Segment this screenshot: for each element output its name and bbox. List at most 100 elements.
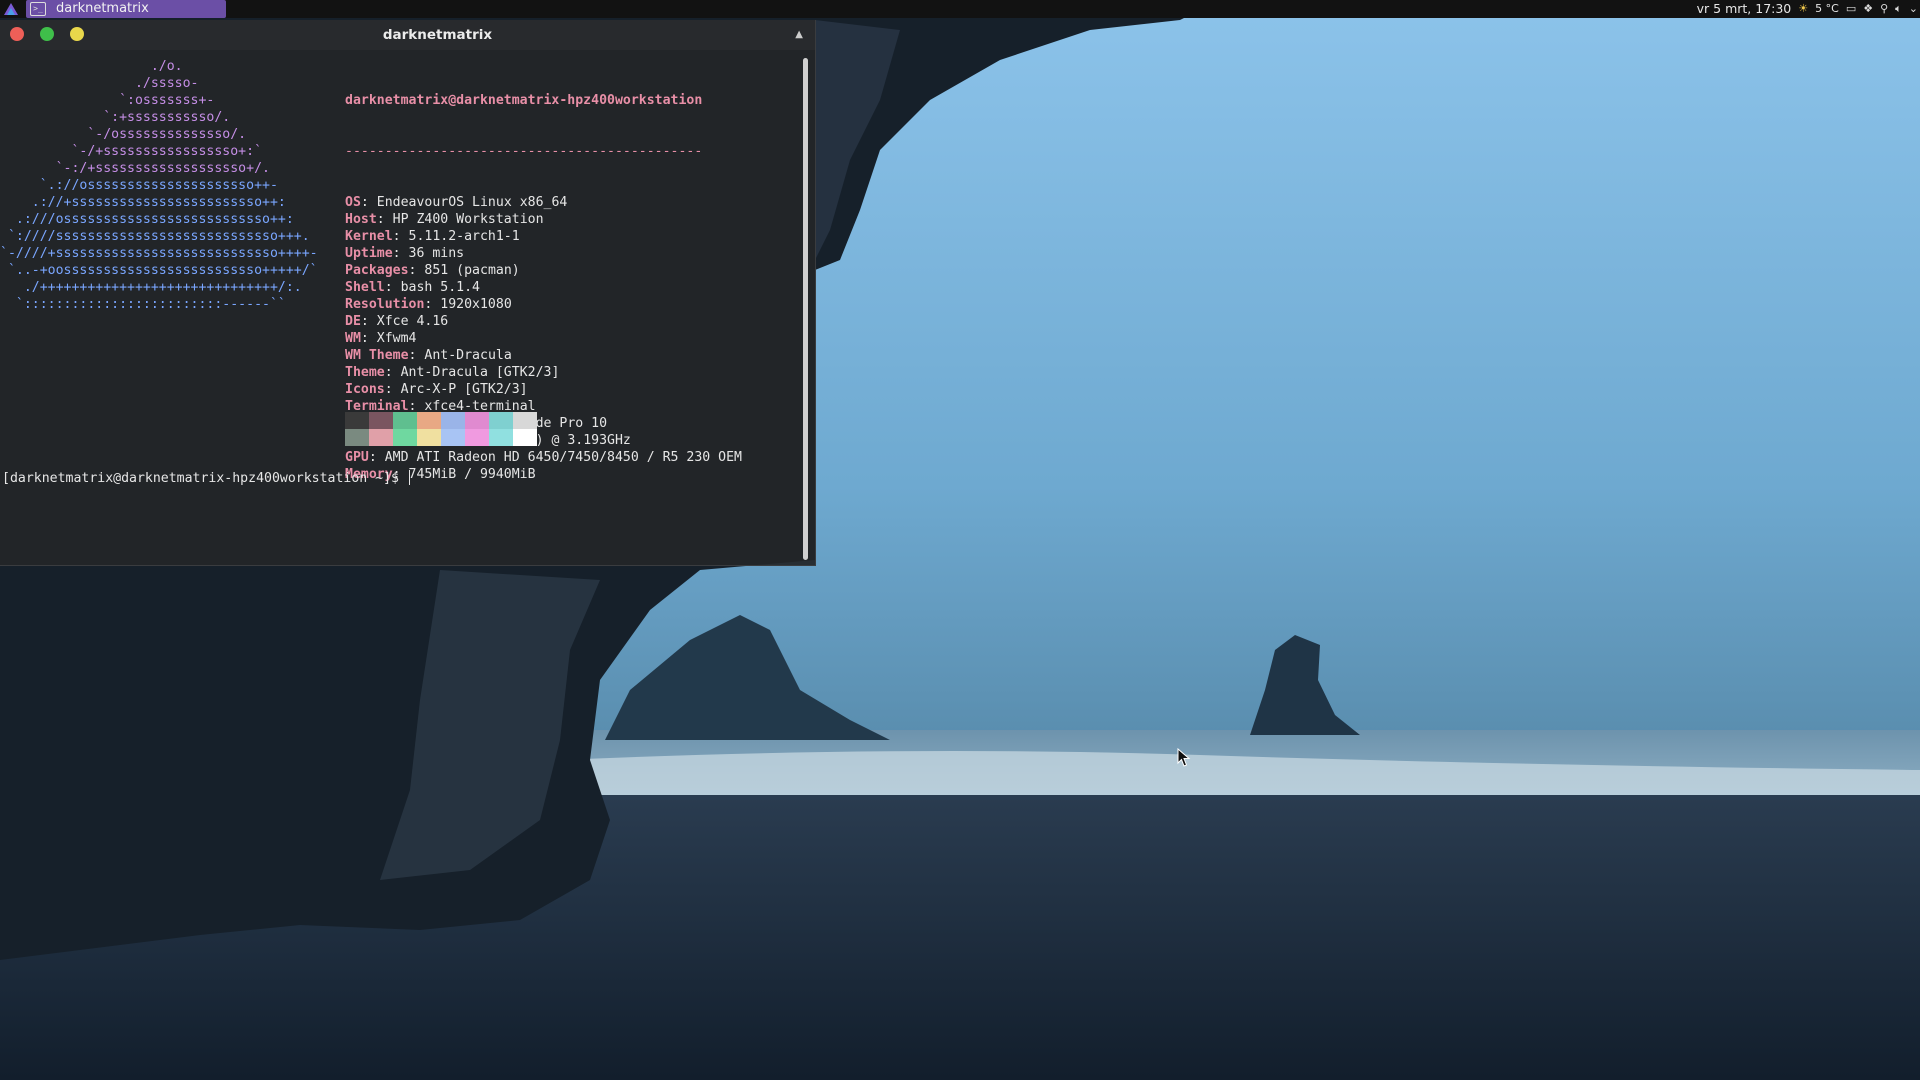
window-menu-icon[interactable]: ▲: [795, 20, 803, 50]
info-value: 5.11.2-arch1-1: [408, 229, 520, 244]
color-swatch: [489, 412, 513, 429]
logo-line: `.://osssssssssssssssssssso++-: [0, 178, 278, 193]
color-swatch: [417, 429, 441, 446]
info-row: Icons: Arc-X-P [GTK2/3]: [345, 382, 528, 397]
info-key: WM Theme: [345, 348, 409, 363]
info-key: Theme: [345, 365, 385, 380]
system-tray: vr 5 mrt, 17:30 ☀ 5 °C ▭ ❖ ⚲ 🔈︎ ⌄: [1697, 0, 1918, 18]
info-key: Shell: [345, 280, 385, 295]
logo-line: `:+sssssssssso/.: [0, 110, 231, 125]
shell-prompt[interactable]: [darknetmatrix@darknetmatrix-hpz400works…: [2, 470, 410, 487]
logo-line: .:///ossssssssssssssssssssssssso++:: [0, 212, 294, 227]
info-value: 745MiB / 9940MiB: [408, 467, 536, 482]
info-value: 1920x1080: [440, 297, 512, 312]
taskbar-button-terminal[interactable]: >_ darknetmatrix: [26, 0, 226, 18]
info-value: AMD ATI Radeon HD 6450/7450/8450 / R5 23…: [384, 450, 742, 465]
terminal-icon: >_: [30, 2, 46, 16]
prompt-text: [darknetmatrix@darknetmatrix-hpz400works…: [2, 471, 407, 486]
distro-logo: ./o. ./sssso- `:osssssss+- `:+ssssssssss…: [0, 58, 340, 313]
info-value: bash 5.1.4: [400, 280, 480, 295]
info-row: Kernel: 5.11.2-arch1-1: [345, 229, 520, 244]
scrollbar[interactable]: [803, 58, 808, 560]
logo-line: `-:/+sssssssssssssssssso+/.: [0, 161, 270, 176]
logo-line: ./o.: [0, 59, 183, 74]
color-swatch: [465, 412, 489, 429]
logo-line: `-////+ssssssssssssssssssssssssssso++++-: [0, 246, 318, 261]
info-row: GPU: AMD ATI Radeon HD 6450/7450/8450 / …: [345, 450, 742, 465]
info-row: WM: Xfwm4: [345, 331, 417, 346]
info-value: Ant-Dracula: [424, 348, 512, 363]
chevron-down-icon[interactable]: ⌄: [1909, 0, 1918, 18]
info-key: OS: [345, 195, 361, 210]
info-key: Packages: [345, 263, 409, 278]
info-row: Theme: Ant-Dracula [GTK2/3]: [345, 365, 560, 380]
logo-line: ./++++++++++++++++++++++++++++++/:.: [0, 280, 302, 295]
network-icon[interactable]: ⚲: [1880, 0, 1888, 18]
color-palette: [345, 412, 537, 446]
color-swatch: [441, 429, 465, 446]
info-key: Uptime: [345, 246, 393, 261]
color-swatch: [465, 429, 489, 446]
logo-line: `:osssssss+-: [0, 93, 215, 108]
info-value: EndeavourOS Linux x86_64: [376, 195, 568, 210]
info-value: 36 mins: [408, 246, 465, 261]
info-row: Shell: bash 5.1.4: [345, 280, 480, 295]
volume-icon[interactable]: 🔈︎: [1895, 0, 1902, 18]
info-row: Host: HP Z400 Workstation: [345, 212, 544, 227]
display-icon[interactable]: ▭: [1846, 0, 1856, 18]
dropbox-icon[interactable]: ❖: [1863, 0, 1873, 18]
info-key: DE: [345, 314, 361, 329]
color-swatch: [393, 412, 417, 429]
weather-temperature[interactable]: 5 °C: [1815, 0, 1839, 18]
info-key: Icons: [345, 382, 385, 397]
color-swatch: [513, 429, 537, 446]
info-key: Resolution: [345, 297, 425, 312]
info-row: Uptime: 36 mins: [345, 246, 465, 261]
logo-line: `:::::::::::::::::::::::::------``: [0, 297, 286, 312]
window-titlebar[interactable]: darknetmatrix ▲: [0, 20, 815, 50]
text-cursor: [408, 470, 410, 485]
info-row: Packages: 851 (pacman): [345, 263, 520, 278]
color-swatch: [369, 429, 393, 446]
color-swatch: [393, 429, 417, 446]
info-row: DE: Xfce 4.16: [345, 314, 449, 329]
info-value: Arc-X-P [GTK2/3]: [400, 382, 528, 397]
info-row: WM Theme: Ant-Dracula: [345, 348, 512, 363]
info-key: GPU: [345, 450, 369, 465]
mouse-pointer-icon: [1177, 748, 1191, 767]
info-value: HP Z400 Workstation: [392, 212, 544, 227]
color-swatch: [417, 412, 441, 429]
info-key: Host: [345, 212, 377, 227]
info-value: Ant-Dracula [GTK2/3]: [400, 365, 560, 380]
info-value: Xfce 4.16: [376, 314, 449, 329]
logo-line: `:////ssssssssssssssssssssssssssso+++.: [0, 229, 310, 244]
color-swatch: [489, 429, 513, 446]
user-host: darknetmatrix@darknetmatrix-hpz400workst…: [345, 93, 703, 108]
info-value: Xfwm4: [376, 331, 417, 346]
info-value: 851 (pacman): [424, 263, 520, 278]
info-key: Kernel: [345, 229, 393, 244]
top-panel: >_ darknetmatrix vr 5 mrt, 17:30 ☀ 5 °C …: [0, 0, 1920, 18]
info-row: Resolution: 1920x1080: [345, 297, 512, 312]
separator: ----------------------------------------…: [345, 144, 703, 159]
color-swatch: [369, 412, 393, 429]
logo-line: .://+ssssssssssssssssssssssso++:: [0, 195, 286, 210]
window-title: darknetmatrix: [382, 27, 493, 43]
info-row: OS: EndeavourOS Linux x86_64: [345, 195, 568, 210]
clock[interactable]: vr 5 mrt, 17:30: [1697, 0, 1792, 18]
taskbar-button-label: darknetmatrix: [56, 1, 149, 16]
info-key: WM: [345, 331, 361, 346]
system-info: darknetmatrix@darknetmatrix-hpz400workst…: [345, 58, 742, 517]
logo-line: ./sssso-: [0, 76, 199, 91]
logo-line: `..-+oosssssssssssssssssssssssso+++++/`: [0, 263, 318, 278]
logo-line: `-/ossssssssssssso/.: [0, 127, 247, 142]
app-menu-icon[interactable]: [2, 1, 20, 17]
terminal-content[interactable]: ./o. ./sssso- `:osssssss+- `:+ssssssssss…: [0, 50, 800, 560]
color-swatch: [345, 429, 369, 446]
color-swatch: [441, 412, 465, 429]
weather-icon[interactable]: ☀: [1798, 0, 1808, 18]
color-swatch: [345, 412, 369, 429]
terminal-window: darknetmatrix ▲ ./o. ./sssso- `:osssssss…: [0, 20, 816, 566]
logo-line: `-/+sssssssssssssssso+:`: [0, 144, 263, 159]
color-swatch: [513, 412, 537, 429]
